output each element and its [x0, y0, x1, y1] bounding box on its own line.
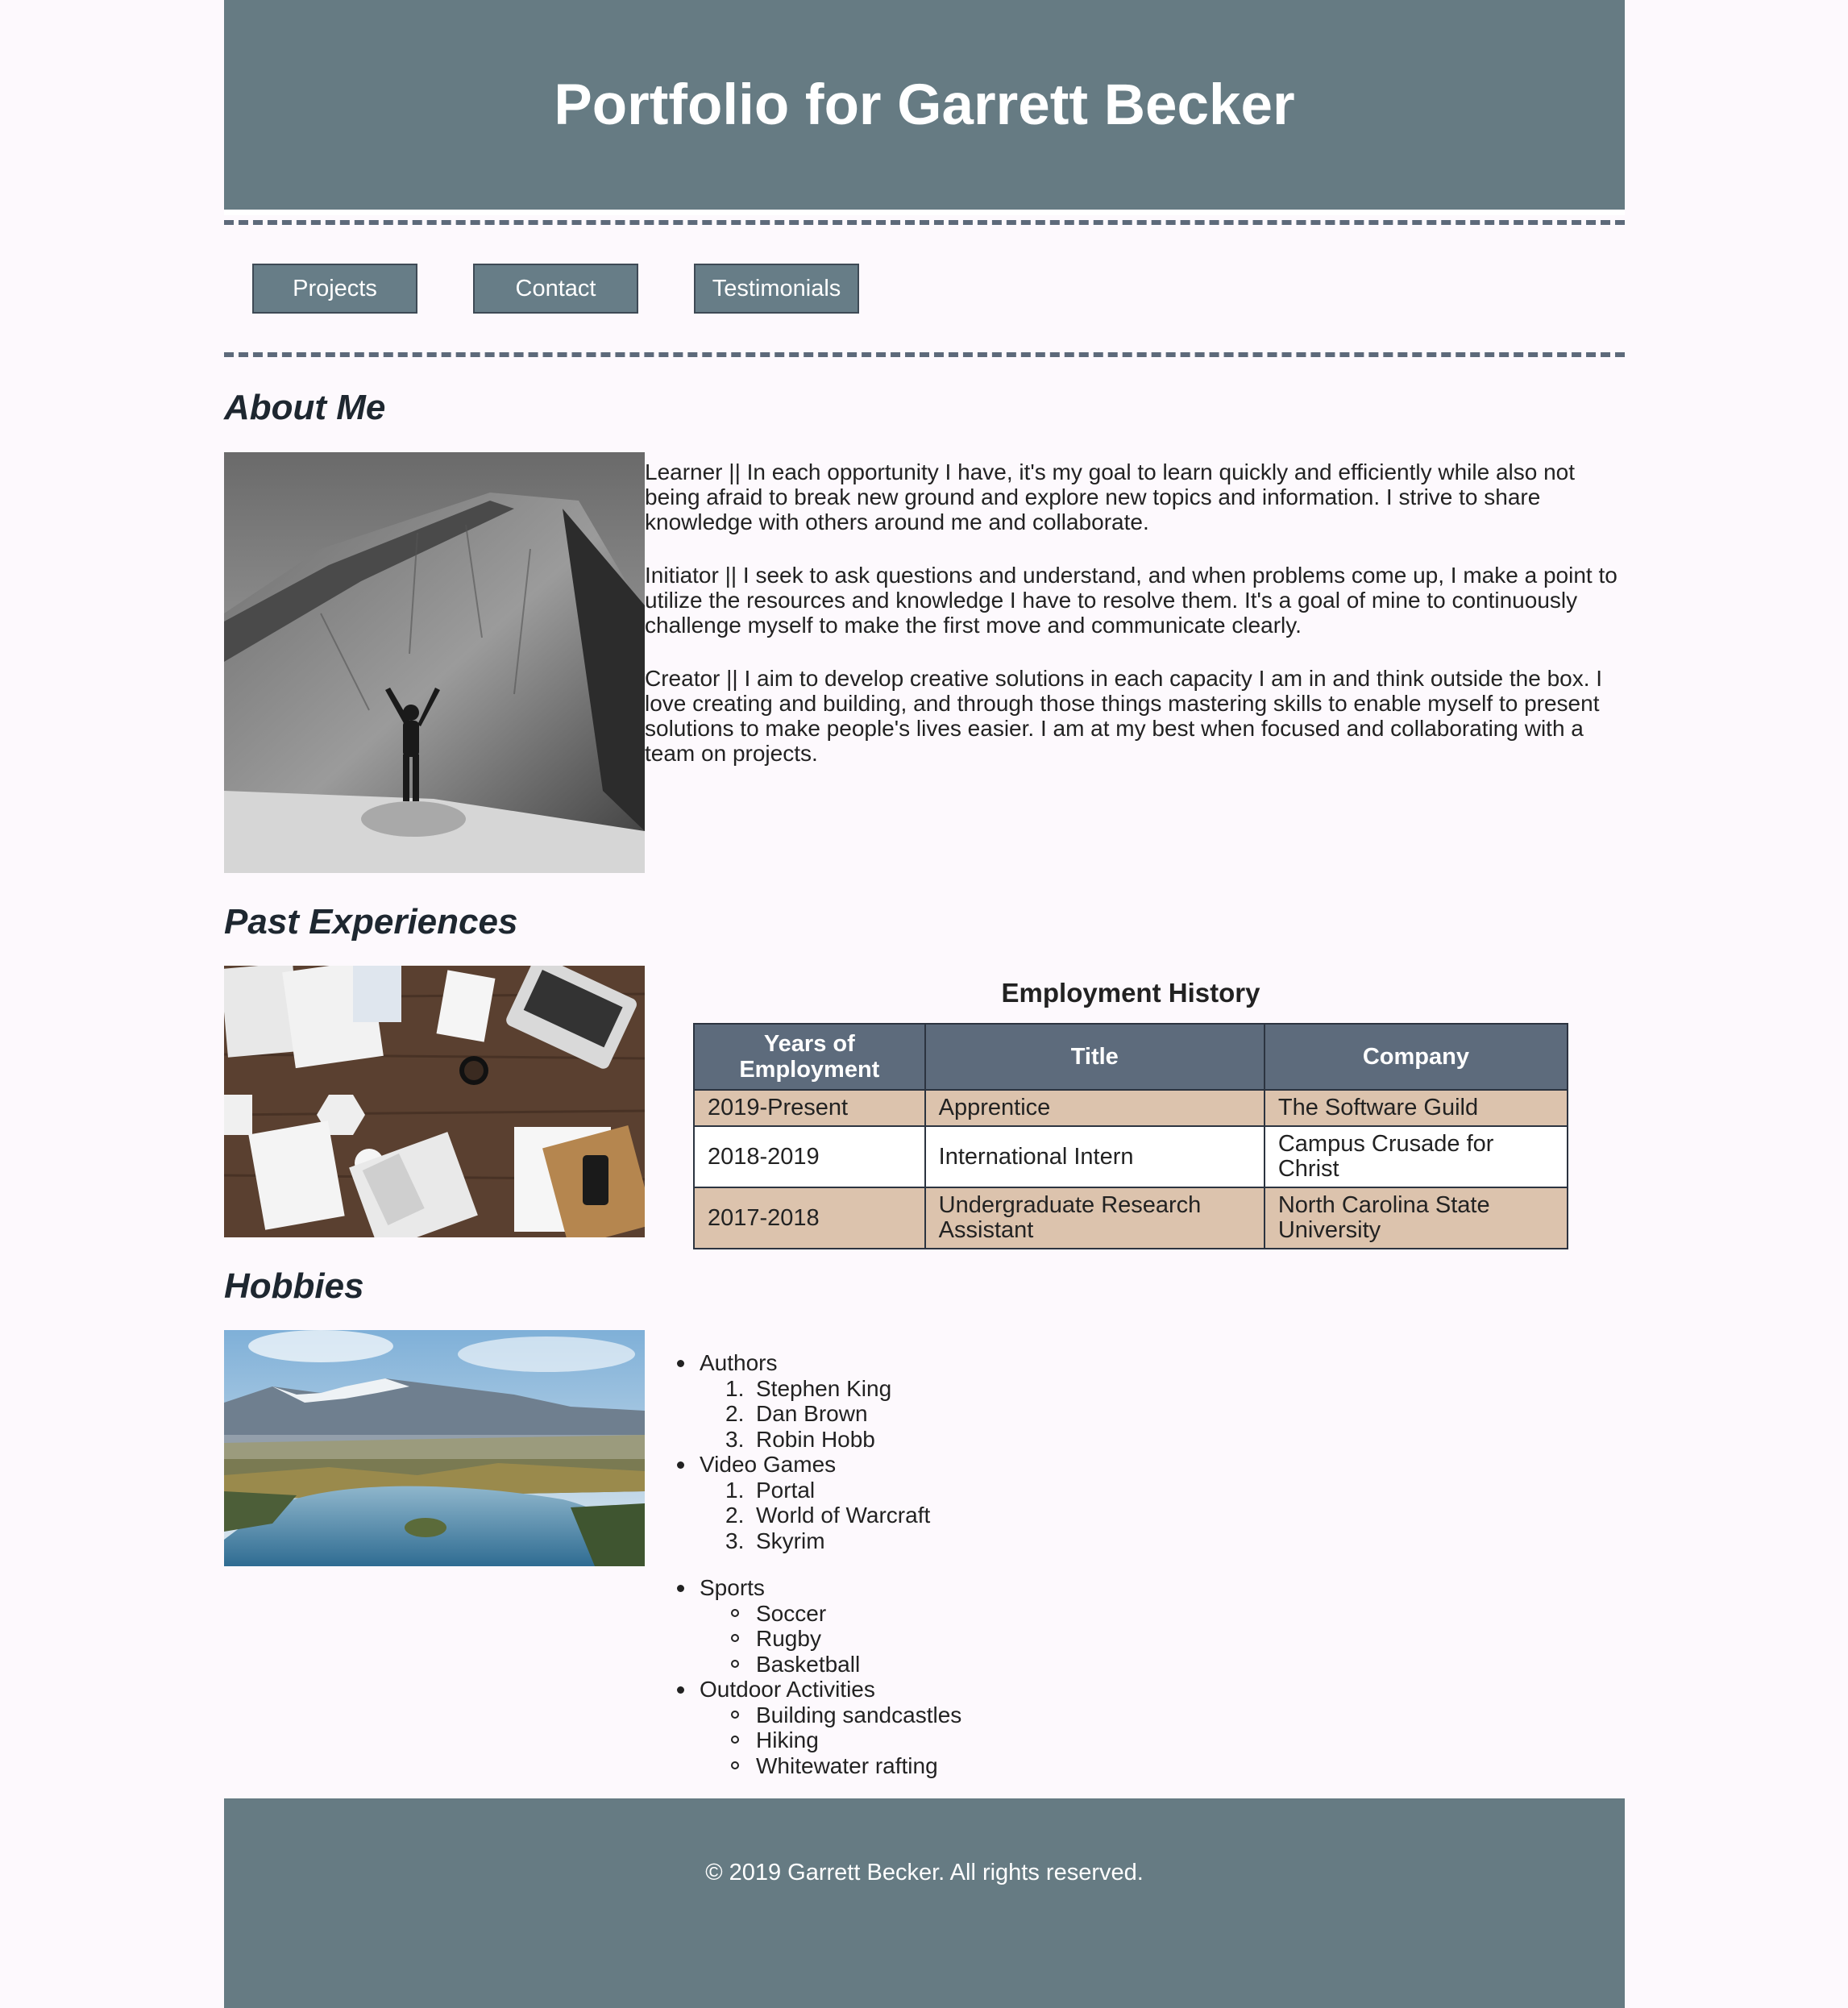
about-heading: About Me: [224, 388, 386, 427]
employment-table-caption: Employment History: [1001, 978, 1260, 1008]
column-header-company: Company: [1263, 1023, 1569, 1091]
authors-list: 1. Stephen King 2. Dan Brown 3. Robin Hobb: [700, 1376, 961, 1453]
table-row: 2018-2019 International Intern Campus Cr…: [693, 1125, 1569, 1188]
table-header-row: Years of Employment Title Company: [693, 1023, 1569, 1091]
list-item: 2. World of Warcraft: [725, 1503, 931, 1528]
experience-heading: Past Experiences: [224, 902, 518, 942]
list-item: Rugby: [730, 1626, 961, 1652]
nav-contact-button[interactable]: Contact: [473, 264, 638, 314]
about-section: About Me Learner || In each opportunity …: [224, 357, 1625, 873]
game-name: Skyrim: [756, 1528, 825, 1553]
site-header: Portfolio for Garrett Becker: [224, 0, 1625, 215]
hobby-category-outdoor: Outdoor Activities: [700, 1677, 875, 1702]
rock-climber-photo: [224, 452, 645, 873]
list-item: Video Games 1. Portal 2. World of Warcraft…: [674, 1452, 961, 1553]
main-nav: Projects Contact Testimonials: [224, 225, 1625, 352]
game-name: Portal: [756, 1477, 816, 1503]
outdoor-list: Building sandcastles Hiking Whitewater r…: [700, 1702, 961, 1779]
author-name: Stephen King: [756, 1375, 892, 1401]
about-text: Learner || In each opportunity I have, i…: [645, 459, 1625, 794]
employment-table-wrapper: Employment History Years of Employment T…: [693, 978, 1569, 1249]
table-cell: 2019-Present: [693, 1089, 926, 1127]
nav-testimonials-button[interactable]: Testimonials: [694, 264, 859, 314]
list-item: 1. Stephen King: [725, 1375, 892, 1401]
site-footer: © 2019 Garrett Becker. All rights reserv…: [224, 1798, 1625, 2008]
table-row: 2019-Present Apprentice The Software Gui…: [693, 1089, 1569, 1127]
list-item: Soccer: [730, 1601, 961, 1627]
experience-section: Past Experiences Employment History Year…: [224, 873, 1625, 1249]
hobbies-section: Hobbies Authors 1. Stephen King 2. Dan B…: [224, 1237, 1625, 1802]
game-name: World of Warcraft: [756, 1503, 931, 1528]
table-cell: The Software Guild: [1263, 1089, 1569, 1127]
about-paragraph-creator: Creator || I aim to develop creative sol…: [645, 666, 1603, 766]
list-item: Hiking: [730, 1727, 961, 1753]
hobby-category-sports: Sports: [700, 1575, 765, 1600]
sports-list: Soccer Rugby Basketball: [700, 1601, 961, 1677]
table-cell: Campus Crusade for Christ: [1263, 1125, 1569, 1188]
column-header-title: Title: [924, 1023, 1265, 1091]
table-cell: Apprentice: [924, 1089, 1265, 1127]
hobbies-heading: Hobbies: [224, 1266, 364, 1306]
list-item: Sports Soccer Rugby Basketball: [674, 1575, 961, 1677]
author-name: Dan Brown: [756, 1401, 868, 1426]
desk-workspace-photo: [224, 966, 645, 1237]
footer-copyright: © 2019 Garrett Becker. All rights reserv…: [705, 1860, 1144, 1885]
mountain-lake-photo: [224, 1330, 645, 1566]
games-list: 1. Portal 2. World of Warcraft 3. Skyrim: [700, 1478, 961, 1554]
about-paragraph-initiator: Initiator || I seek to ask questions and…: [645, 563, 1618, 638]
list-item: 3. Robin Hobb: [725, 1426, 875, 1452]
list-item: Basketball: [730, 1652, 961, 1677]
list-item: Authors 1. Stephen King 2. Dan Brown 3. Rob…: [674, 1350, 961, 1452]
hobby-category-video-games: Video Games: [700, 1452, 837, 1477]
hobbies-list-2: Sports Soccer Rugby Basketball Outdoor A…: [674, 1575, 961, 1778]
list-item: Whitewater rafting: [730, 1753, 961, 1779]
table-cell: 2018-2019: [693, 1125, 926, 1188]
page-title: Portfolio for Garrett Becker: [554, 73, 1295, 137]
table-cell: International Intern: [924, 1125, 1265, 1188]
hobbies-list: Authors 1. Stephen King 2. Dan Brown 3. Rob…: [674, 1350, 961, 1553]
list-item: Building sandcastles: [730, 1702, 962, 1727]
nav-projects-button[interactable]: Projects: [252, 264, 417, 314]
employment-table: Years of Employment Title Company 2019-P…: [693, 1023, 1569, 1249]
hobby-category-authors: Authors: [700, 1350, 778, 1375]
list-item: 3. Skyrim: [725, 1528, 825, 1553]
about-paragraph-learner: Learner || In each opportunity I have, i…: [645, 459, 1576, 534]
list-item: 2. Dan Brown: [725, 1401, 868, 1426]
list-item: Outdoor Activities Building sandcastles …: [674, 1677, 961, 1778]
list-item: 1. Portal: [725, 1477, 816, 1503]
author-name: Robin Hobb: [756, 1426, 875, 1452]
column-header-years: Years of Employment: [693, 1023, 926, 1091]
hobbies-list-wrapper: Authors 1. Stephen King 2. Dan Brown 3. Rob…: [674, 1350, 961, 1778]
